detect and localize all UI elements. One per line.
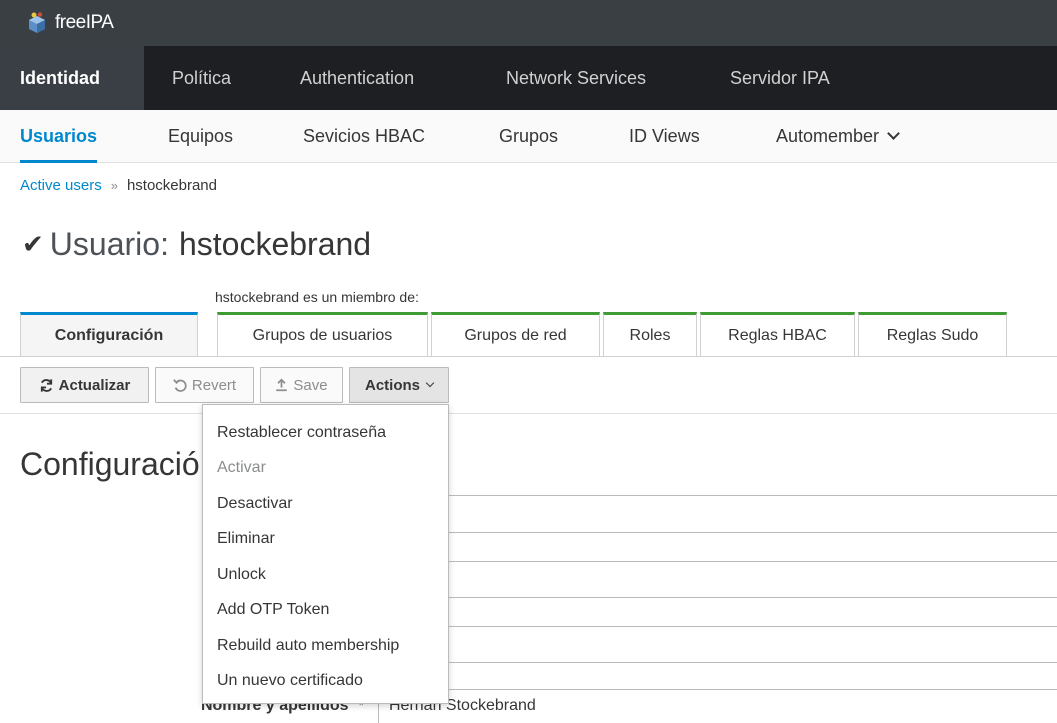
secondary-nav: Usuarios Equipos Sevicios HBAC Grupos ID… <box>0 110 1057 163</box>
section-title: Configuració <box>20 446 200 482</box>
actions-button-label: Actions <box>364 376 420 394</box>
breadcrumb: Active users » hstockebrand <box>20 177 217 194</box>
subnav-automember-label: Automember <box>776 126 880 146</box>
breadcrumb-separator: » <box>110 178 118 193</box>
primary-nav: Identidad Política Authentication Networ… <box>0 46 1057 110</box>
tabs-divider <box>0 356 1057 357</box>
menu-item-activate[interactable]: Activar <box>203 451 448 487</box>
brand-link[interactable]: freeIPA <box>27 12 114 34</box>
brand-name: freeIPA <box>55 12 114 33</box>
refresh-button[interactable]: Actualizar <box>20 367 149 403</box>
menu-item-new-certificate[interactable]: Un nuevo certificado <box>203 664 448 700</box>
subnav-usuarios-label: Usuarios <box>20 126 98 146</box>
primary-nav-politica[interactable]: Política <box>144 46 272 110</box>
actions-dropdown-button[interactable]: Actions <box>349 367 449 403</box>
primary-nav-network-services[interactable]: Network Services <box>478 46 704 110</box>
field-border <box>378 689 1057 690</box>
field-border <box>378 561 1057 562</box>
tab-grupos-de-usuarios[interactable]: Grupos de usuarios <box>217 312 428 356</box>
menu-item-deactivate[interactable]: Desactivar <box>203 486 448 522</box>
menu-item-delete[interactable]: Eliminar <box>203 522 448 558</box>
chevron-down-icon <box>887 127 900 140</box>
subnav-equipos[interactable]: Equipos <box>168 110 233 163</box>
menu-item-unlock[interactable]: Unlock <box>203 557 448 593</box>
undo-icon <box>173 379 187 392</box>
chevron-down-icon <box>425 378 435 388</box>
field-border <box>378 532 1057 533</box>
save-button-label: Save <box>293 376 328 394</box>
subnav-usuarios[interactable]: Usuarios <box>20 110 98 163</box>
breadcrumb-current: hstockebrand <box>126 177 217 194</box>
tab-grupos-de-red[interactable]: Grupos de red <box>431 312 600 356</box>
toolbar-divider <box>0 413 1057 414</box>
field-border <box>378 662 1057 663</box>
subnav-grupos[interactable]: Grupos <box>499 110 558 163</box>
checkmark-icon: ✔ <box>22 229 44 259</box>
field-border <box>378 597 1057 598</box>
subnav-servicios-hbac[interactable]: Sevicios HBAC <box>303 110 425 163</box>
tab-reglas-sudo[interactable]: Reglas Sudo <box>858 312 1007 356</box>
upload-icon <box>276 378 288 392</box>
tab-configuracion[interactable]: Configuración <box>20 312 198 356</box>
revert-button[interactable]: Revert <box>155 367 254 403</box>
refresh-icon <box>40 378 52 392</box>
menu-item-rebuild-auto-membership[interactable]: Rebuild auto membership <box>203 628 448 664</box>
save-button[interactable]: Save <box>260 367 343 403</box>
subnav-automember[interactable]: Automember <box>776 110 900 163</box>
menu-item-add-otp-token[interactable]: Add OTP Token <box>203 593 448 629</box>
subnav-id-views[interactable]: ID Views <box>629 110 700 163</box>
field-border <box>378 495 1057 496</box>
member-of-label: hstockebrand es un miembro de: <box>215 289 419 305</box>
refresh-button-label: Actualizar <box>58 376 131 394</box>
primary-nav-servidor-ipa[interactable]: Servidor IPA <box>704 46 874 110</box>
breadcrumb-active-users-link[interactable]: Active users <box>20 177 102 194</box>
page-title-label: Usuario: <box>49 226 169 262</box>
tab-reglas-hbac[interactable]: Reglas HBAC <box>700 312 855 356</box>
page-title-name: hstockebrand <box>178 226 372 262</box>
revert-button-label: Revert <box>191 376 237 394</box>
primary-nav-authentication[interactable]: Authentication <box>272 46 478 110</box>
page-title: ✔ Usuario: hstockebrand <box>22 226 371 263</box>
tab-roles[interactable]: Roles <box>603 312 697 356</box>
brand-bar: freeIPA <box>0 0 1057 46</box>
actions-menu: Restablecer contraseña Activar Desactiva… <box>202 404 449 704</box>
field-border <box>378 626 1057 627</box>
primary-nav-identidad[interactable]: Identidad <box>0 46 144 110</box>
freeipa-logo-icon <box>29 12 45 33</box>
menu-item-reset-password[interactable]: Restablecer contraseña <box>203 415 448 451</box>
